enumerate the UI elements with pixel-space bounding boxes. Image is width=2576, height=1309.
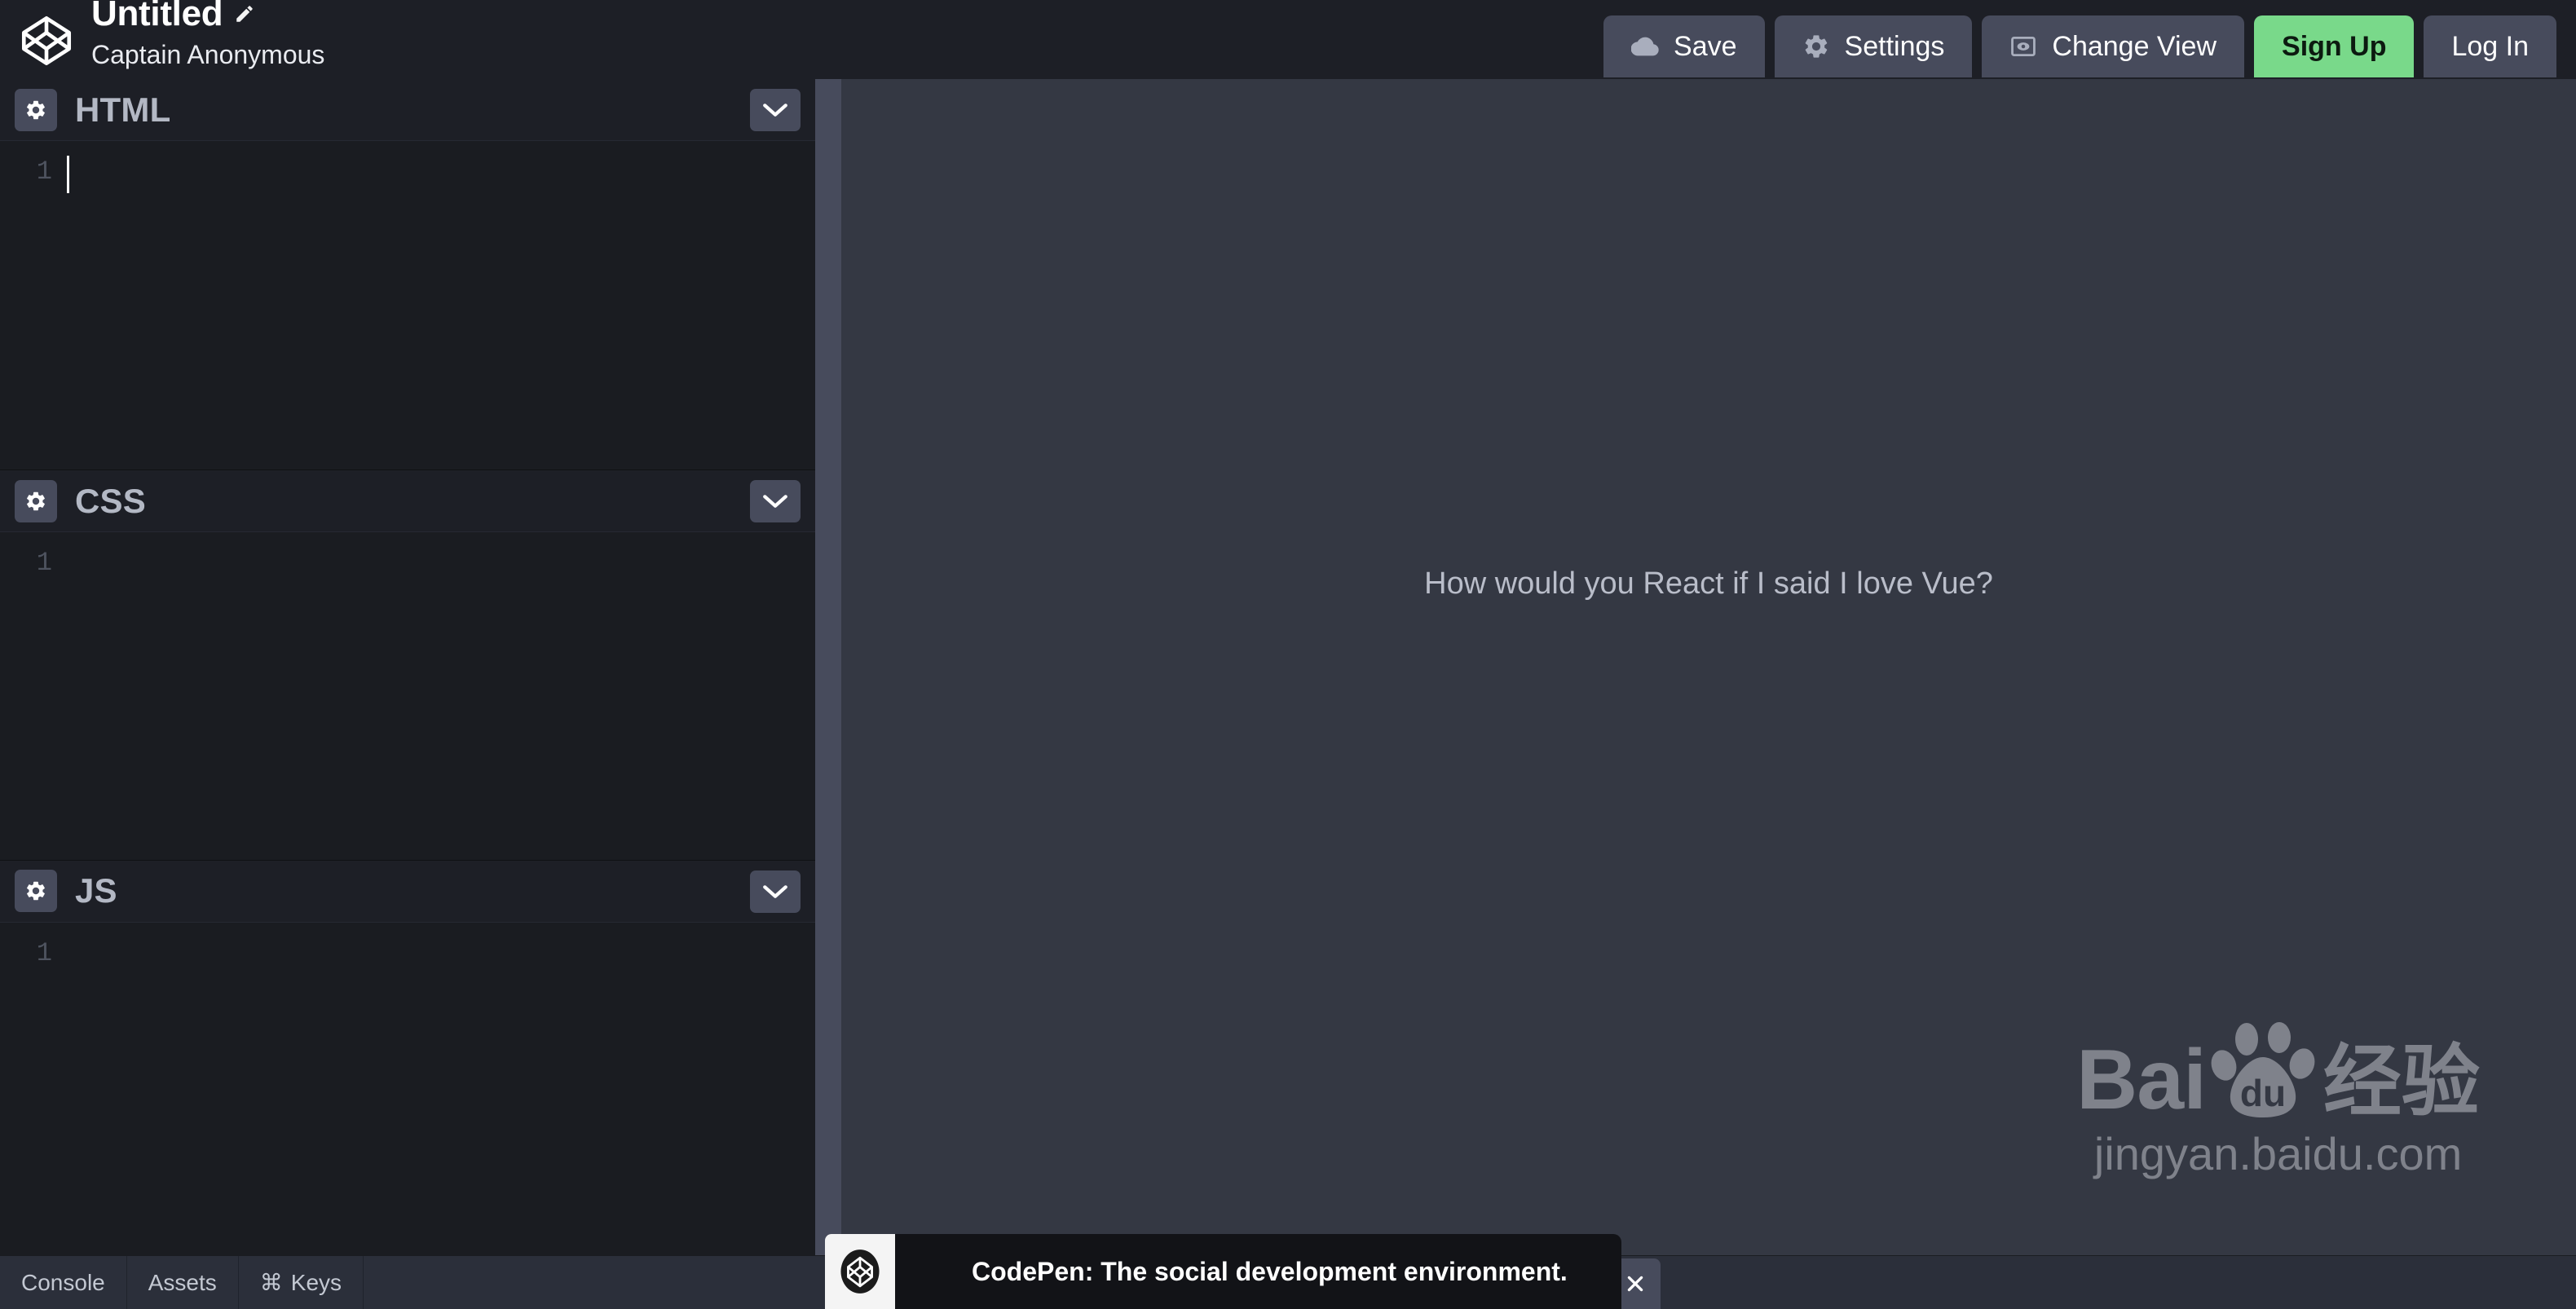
codepen-logo-icon[interactable] bbox=[20, 14, 73, 68]
pen-title-row: Untitled bbox=[91, 0, 324, 32]
keys-tab[interactable]: ⌘ Keys bbox=[239, 1256, 364, 1309]
preview-pane[interactable]: How would you React if I said I love Vue… bbox=[841, 79, 2576, 1255]
codepen-logo-icon bbox=[840, 1250, 880, 1294]
gear-icon bbox=[27, 491, 45, 511]
pencil-edit-icon[interactable] bbox=[234, 3, 255, 24]
text-caret bbox=[67, 156, 69, 193]
editor-pane-css: CSS 1 bbox=[0, 470, 815, 860]
cloud-icon bbox=[1630, 33, 1659, 60]
page-title[interactable]: Untitled bbox=[91, 0, 223, 32]
change-view-button-label: Change View bbox=[2052, 30, 2217, 62]
pen-meta: Untitled Captain Anonymous bbox=[91, 0, 324, 71]
sign-up-button[interactable]: Sign Up bbox=[2254, 15, 2415, 77]
html-code-editor[interactable]: 1 bbox=[0, 140, 815, 470]
log-in-button-label: Log In bbox=[2451, 30, 2529, 62]
watermark-url: jingyan.baidu.com bbox=[2093, 1128, 2463, 1179]
pen-author[interactable]: Captain Anonymous bbox=[91, 38, 324, 71]
editor-header-html: HTML bbox=[0, 79, 815, 140]
command-key-icon: ⌘ bbox=[259, 1270, 283, 1295]
toast-message: CodePen: The social development environm… bbox=[895, 1234, 1621, 1309]
editor-pane-js: JS 1 bbox=[0, 860, 815, 1255]
watermark-brand-left: Bai bbox=[2076, 1033, 2207, 1128]
html-line-number: 1 bbox=[36, 156, 52, 187]
workspace: HTML 1 CSS 1 JS 1 How would you React if… bbox=[0, 79, 2576, 1255]
editor-pane-html: HTML 1 bbox=[0, 79, 815, 470]
js-line-number: 1 bbox=[36, 937, 52, 968]
html-code-body[interactable] bbox=[64, 141, 815, 469]
gear-icon bbox=[27, 881, 45, 901]
vertical-resizer-handle[interactable] bbox=[815, 79, 841, 1255]
editor-title-css: CSS bbox=[75, 481, 146, 520]
css-line-number: 1 bbox=[36, 548, 52, 579]
js-code-body[interactable] bbox=[64, 923, 815, 1255]
keys-tab-label: Keys bbox=[290, 1269, 342, 1295]
sign-up-button-label: Sign Up bbox=[2282, 30, 2387, 62]
console-tab-label: Console bbox=[21, 1269, 105, 1295]
settings-button[interactable]: Settings bbox=[1774, 15, 1973, 77]
brand-area: Untitled Captain Anonymous bbox=[0, 0, 324, 79]
watermark-logo-row: Bai du 经验 bbox=[2076, 1010, 2480, 1128]
css-code-body[interactable] bbox=[64, 532, 815, 859]
editor-header-css: CSS bbox=[0, 470, 815, 532]
css-collapse-button[interactable] bbox=[750, 480, 801, 523]
watermark-suffix-cn: 经验 bbox=[2323, 1035, 2480, 1127]
log-in-button[interactable]: Log In bbox=[2424, 15, 2556, 77]
js-code-editor[interactable]: 1 bbox=[0, 921, 815, 1255]
close-icon bbox=[1627, 1276, 1643, 1292]
assets-tab[interactable]: Assets bbox=[127, 1256, 239, 1309]
toast-notification: CodePen: The social development environm… bbox=[825, 1234, 1621, 1309]
js-collapse-button[interactable] bbox=[750, 870, 801, 913]
save-button[interactable]: Save bbox=[1603, 15, 1765, 77]
css-code-editor[interactable]: 1 bbox=[0, 531, 815, 860]
gear-icon bbox=[1802, 33, 1830, 60]
js-settings-gear-button[interactable] bbox=[15, 870, 57, 913]
baidu-paw-icon: du bbox=[2208, 1010, 2322, 1124]
baidu-watermark: Bai du 经验 jingyan.baidu.com bbox=[2076, 1010, 2480, 1180]
toast-logo bbox=[825, 1234, 895, 1309]
eye-in-box-icon bbox=[2009, 33, 2037, 60]
css-settings-gear-button[interactable] bbox=[15, 479, 57, 522]
html-settings-gear-button[interactable] bbox=[15, 88, 57, 131]
svg-text:du: du bbox=[2240, 1072, 2286, 1114]
chevron-down-icon bbox=[763, 884, 787, 898]
top-bar: Untitled Captain Anonymous Save Settings… bbox=[0, 0, 2576, 79]
settings-button-label: Settings bbox=[1844, 30, 1945, 62]
editor-title-html: HTML bbox=[75, 90, 171, 129]
save-button-label: Save bbox=[1674, 30, 1737, 62]
chevron-down-icon bbox=[763, 104, 787, 117]
change-view-button[interactable]: Change View bbox=[1982, 15, 2245, 77]
gear-icon bbox=[27, 100, 45, 119]
top-actions: Save Settings Change View Sign Up Log In bbox=[1603, 0, 2576, 79]
editor-title-js: JS bbox=[75, 871, 117, 910]
editors-column: HTML 1 CSS 1 JS 1 bbox=[0, 79, 815, 1255]
console-tab[interactable]: Console bbox=[0, 1256, 127, 1309]
assets-tab-label: Assets bbox=[148, 1269, 217, 1295]
html-collapse-button[interactable] bbox=[750, 89, 801, 131]
preview-text: How would you React if I said I love Vue… bbox=[1424, 566, 1993, 601]
chevron-down-icon bbox=[763, 495, 787, 509]
editor-header-js: JS bbox=[0, 860, 815, 922]
